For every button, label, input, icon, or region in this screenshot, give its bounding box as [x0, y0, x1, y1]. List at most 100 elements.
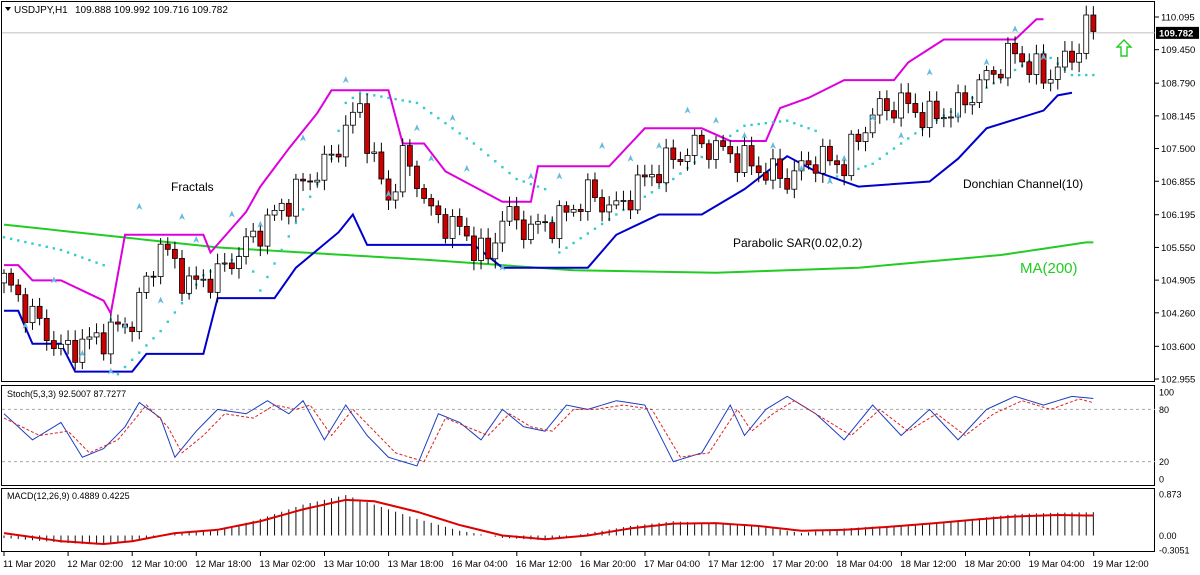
candle-body [741, 145, 748, 173]
candle-body [243, 236, 249, 257]
sar-dot [1013, 68, 1017, 72]
ma-annotation: MA(200) [1020, 260, 1078, 277]
sar-dot [17, 239, 20, 242]
candle-body [171, 248, 178, 259]
price-tick-label: 106.195 [1161, 210, 1195, 221]
candle-body [342, 124, 349, 158]
candle-body [777, 158, 783, 179]
candle-body [506, 206, 513, 222]
sar-dot [643, 195, 646, 198]
sar-dot [437, 116, 440, 120]
candle-body [107, 321, 114, 355]
candle-body [606, 204, 613, 213]
candle-body [634, 174, 641, 211]
candle-body [8, 272, 15, 286]
candle-body [1019, 53, 1026, 63]
price-tick-label: 107.500 [1161, 144, 1195, 155]
time-label: 16 Mar 12:00 [516, 559, 572, 570]
candle-body [841, 164, 848, 177]
price-tick-label: 104.905 [1161, 276, 1195, 287]
sar-dot [344, 101, 347, 105]
candle-body [193, 275, 200, 280]
sar-dot [871, 162, 874, 165]
sar-dot [899, 142, 903, 145]
sar-dot [679, 172, 682, 175]
candle-body [834, 160, 840, 166]
candle-body [293, 178, 299, 217]
candle-body [556, 205, 563, 240]
sar-dot [757, 122, 760, 126]
time-label: 17 Mar 04:00 [644, 559, 700, 570]
candle-body [406, 145, 413, 167]
candle-body [1005, 42, 1011, 79]
candle-body [29, 305, 36, 324]
candle-body [328, 153, 335, 156]
candle-body [926, 100, 933, 129]
sar-dot [536, 185, 540, 188]
sar-dot [380, 95, 383, 98]
candle-body [22, 294, 29, 324]
candle-body [627, 200, 634, 211]
sar-dot [600, 222, 604, 226]
candle-body [200, 278, 207, 281]
ohlc-values: 109.888 109.992 109.716 109.782 [75, 5, 228, 16]
sar-dot [373, 94, 376, 97]
sar-dot [800, 124, 803, 127]
candle-body [86, 336, 93, 340]
sar-dot [479, 148, 483, 151]
candle-body [542, 221, 549, 224]
candle-body [50, 340, 57, 349]
candle-body [983, 70, 990, 81]
sar-dot [430, 111, 433, 115]
candle-body [435, 205, 442, 215]
candle-body [891, 110, 897, 119]
candle-body [335, 153, 342, 158]
candle-body [236, 256, 242, 269]
sar-dot [579, 237, 582, 240]
usdjpy-chart: 100 80 20 0 0.873 0.00 -0.3051 110.095 109.450… [1, 1, 1199, 570]
time-label: 17 Mar 20:00 [772, 559, 828, 570]
candle-body [1069, 50, 1075, 63]
sar-dot [864, 165, 867, 168]
stoch-level-label: 80 [1159, 405, 1169, 415]
candle-body [58, 343, 64, 349]
candle-body [285, 202, 292, 217]
candle-body [300, 178, 306, 182]
candle-body [392, 191, 399, 201]
candle-body [129, 326, 136, 332]
sar-dot [771, 121, 775, 124]
sar-dot [280, 248, 283, 252]
candle-body [990, 70, 997, 75]
current-price-label: 109.782 [1159, 28, 1193, 39]
sar-dot [857, 167, 860, 171]
sar-dot [586, 232, 590, 235]
sar-dot [102, 263, 105, 267]
candle-body [115, 321, 121, 325]
candle-body [613, 200, 620, 206]
candle-body [705, 143, 712, 160]
sar-dot [878, 157, 881, 160]
candle-body [862, 132, 869, 142]
time-label: 16 Mar 04:00 [452, 559, 508, 570]
sar-dot [422, 106, 426, 110]
sar-dot [593, 227, 597, 230]
stoch-level-label: 20 [1159, 457, 1169, 467]
candle-body [449, 216, 456, 239]
macd-level-label: -0.3051 [1159, 546, 1190, 556]
sar-dot [786, 119, 789, 122]
macd-level-label: 0.873 [1159, 490, 1182, 500]
candle-body [264, 214, 271, 247]
sar-dot [764, 122, 768, 125]
stoch-panel [1, 385, 1155, 486]
candle-body [1090, 14, 1097, 32]
sar-dot [729, 134, 732, 138]
candle-body [421, 188, 427, 199]
sar-dot [465, 137, 468, 140]
sar-dot [657, 186, 661, 190]
sar-dot [472, 142, 476, 145]
candle-body [812, 164, 819, 174]
candle-body [428, 198, 435, 207]
sar-dot [408, 100, 412, 103]
candle-body [136, 292, 143, 332]
candle-body [349, 111, 356, 126]
